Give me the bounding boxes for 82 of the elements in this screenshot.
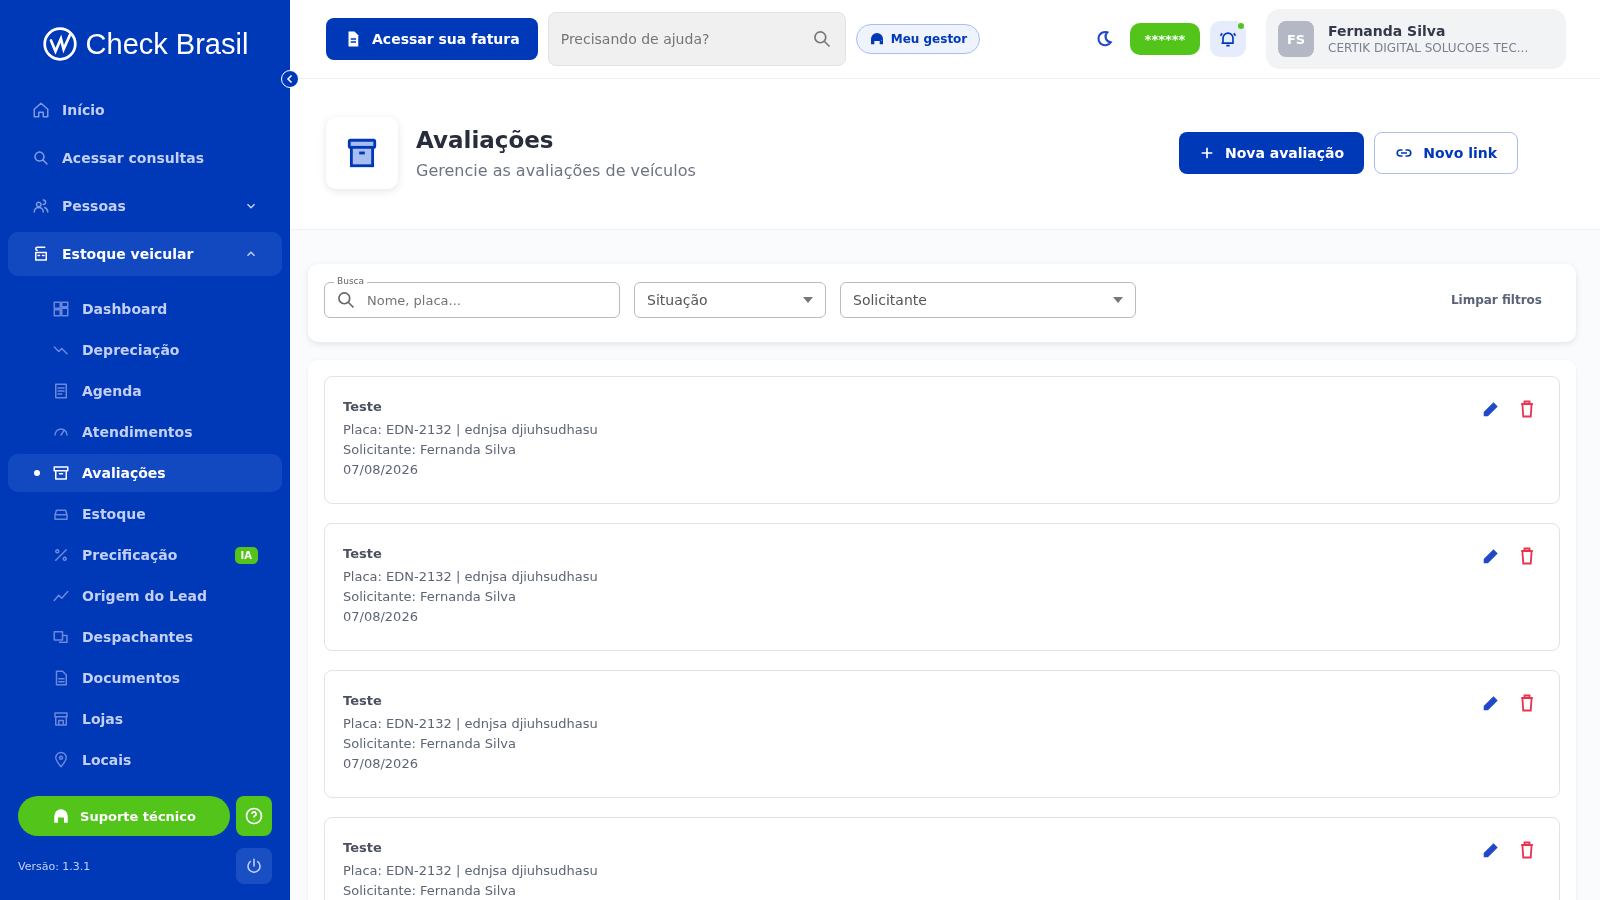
nav-subitem[interactable]: Despachantes <box>8 618 282 656</box>
select-field[interactable]: Solicitante <box>840 282 1136 318</box>
nav-subitem[interactable]: Dashboard <box>8 290 282 328</box>
select-field[interactable]: Situação <box>634 282 826 318</box>
page-title: Avaliações <box>416 126 555 153</box>
date-text: 07/08/2026 <box>343 609 419 624</box>
logo-text: Check Brasil <box>85 27 249 61</box>
nav-item[interactable]: Início <box>8 88 282 132</box>
nav-icon <box>52 751 70 769</box>
search-icon <box>336 290 356 310</box>
plate-text: Placa: EDN-2132 | ednjsa djiuhsudhasu <box>343 716 599 731</box>
requester-text: Solicitante: Fernanda Silva <box>343 883 517 898</box>
new-link-button[interactable]: Novo link <box>1374 132 1518 174</box>
version-text: Versão: 1.3.1 <box>18 859 91 873</box>
nav-icon <box>52 628 70 646</box>
ai-badge: IA <box>234 546 258 564</box>
nav-icon <box>52 382 70 400</box>
nav-item[interactable]: Pessoas <box>8 184 282 228</box>
user-card[interactable]: FS Fernanda Silva CERTIK DIGITAL SOLUCOES TEC... <box>1266 9 1566 69</box>
help-button[interactable] <box>236 796 272 836</box>
nav-subitem[interactable]: Origem do Lead <box>8 577 282 615</box>
user-company: CERTIK DIGITAL SOLUCOES TEC... <box>1328 41 1529 55</box>
nav-icon <box>52 464 70 482</box>
nav-icon <box>32 149 50 167</box>
plate-text: Placa: EDN-2132 | ednjsa djiuhsudhasu <box>343 569 599 584</box>
power-icon <box>245 857 263 875</box>
edit-icon[interactable] <box>1481 840 1501 860</box>
evaluation-card[interactable]: Teste Placa: EDN-2132 | ednjsa djiuhsudhasu Solicitante: Fernanda Silva 07/08/2026 <box>324 670 1560 798</box>
nav-subitem[interactable]: Precificação IA <box>8 536 282 574</box>
nav-icon <box>32 197 50 215</box>
page-subtitle: Gerencie as avaliações de veículos <box>416 160 696 180</box>
search-icon <box>811 29 832 49</box>
nav-icon <box>32 245 50 263</box>
nav-subitem[interactable]: Estoque <box>8 495 282 533</box>
date-text: 07/08/2026 <box>343 462 419 477</box>
edit-icon[interactable] <box>1481 693 1501 713</box>
requester-text: Solicitante: Fernanda Silva <box>343 736 517 751</box>
nav-subitem[interactable]: Avaliações <box>8 454 282 492</box>
date-text: 07/08/2026 <box>343 756 419 771</box>
nav-icon <box>52 546 70 564</box>
nav-subitem[interactable]: Documentos <box>8 659 282 697</box>
invoice-button[interactable]: Acessar sua fatura <box>326 18 538 60</box>
nav-subitem[interactable]: Atendimentos <box>8 413 282 451</box>
help-icon <box>244 806 264 826</box>
nav-icon <box>52 300 70 318</box>
archive-box-icon <box>345 136 379 170</box>
evaluation-title: Teste <box>343 840 383 855</box>
clear-filters-link[interactable]: Limpar filtros <box>1444 292 1548 308</box>
search-field[interactable]: Precisando de ajuda? <box>547 12 846 66</box>
requester-text: Solicitante: Fernanda Silva <box>343 442 517 457</box>
nav-subitem[interactable]: Lojas <box>8 700 282 738</box>
new-evaluation-button[interactable]: Nova avaliação <box>1178 132 1365 174</box>
bell-icon <box>1218 29 1238 49</box>
dropdown-icon <box>1113 297 1123 303</box>
nav-subitem[interactable]: Agenda <box>8 372 282 410</box>
nav-icon <box>52 710 70 728</box>
dropdown-icon <box>803 297 813 303</box>
nav-item[interactable]: Estoque veicular <box>8 232 282 276</box>
edit-icon[interactable] <box>1481 399 1501 419</box>
notifications-button[interactable] <box>1210 21 1246 57</box>
logo-icon <box>41 26 78 62</box>
logout-button[interactable] <box>236 848 272 884</box>
plate-text: Placa: EDN-2132 | ednjsa djiuhsudhasu <box>343 422 599 437</box>
nav-item[interactable]: Acessar consultas <box>8 136 282 180</box>
moon-icon[interactable] <box>1094 29 1114 49</box>
avatar: FS <box>1278 21 1314 57</box>
field-label: Busca <box>334 276 368 287</box>
nav-subitem[interactable]: Depreciação <box>8 331 282 369</box>
evaluation-card[interactable]: Teste Placa: EDN-2132 | ednjsa djiuhsudhasu Solicitante: Fernanda Silva 07/08/2026 <box>324 376 1560 504</box>
requester-text: Solicitante: Fernanda Silva <box>343 589 517 604</box>
evaluation-card[interactable]: Teste Placa: EDN-2132 | ednjsa djiuhsudhasu Solicitante: Fernanda Silva 07/08/2026 <box>324 523 1560 651</box>
plate-text: Placa: EDN-2132 | ednjsa djiuhsudhasu <box>343 863 599 878</box>
nav-subitem[interactable]: Locais <box>8 741 282 779</box>
evaluation-title: Teste <box>343 693 383 708</box>
edit-icon[interactable] <box>1481 546 1501 566</box>
manager-button[interactable]: Meu gestor <box>855 24 981 54</box>
evaluation-card[interactable]: Teste Placa: EDN-2132 | ednjsa djiuhsudhasu Solicitante: Fernanda Silva <box>324 817 1560 900</box>
nav-icon <box>32 101 50 119</box>
evaluation-title: Teste <box>343 399 383 414</box>
user-name: Fernanda Silva <box>1328 23 1447 39</box>
evaluation-title: Teste <box>343 546 383 561</box>
collapse-button[interactable] <box>281 70 299 88</box>
